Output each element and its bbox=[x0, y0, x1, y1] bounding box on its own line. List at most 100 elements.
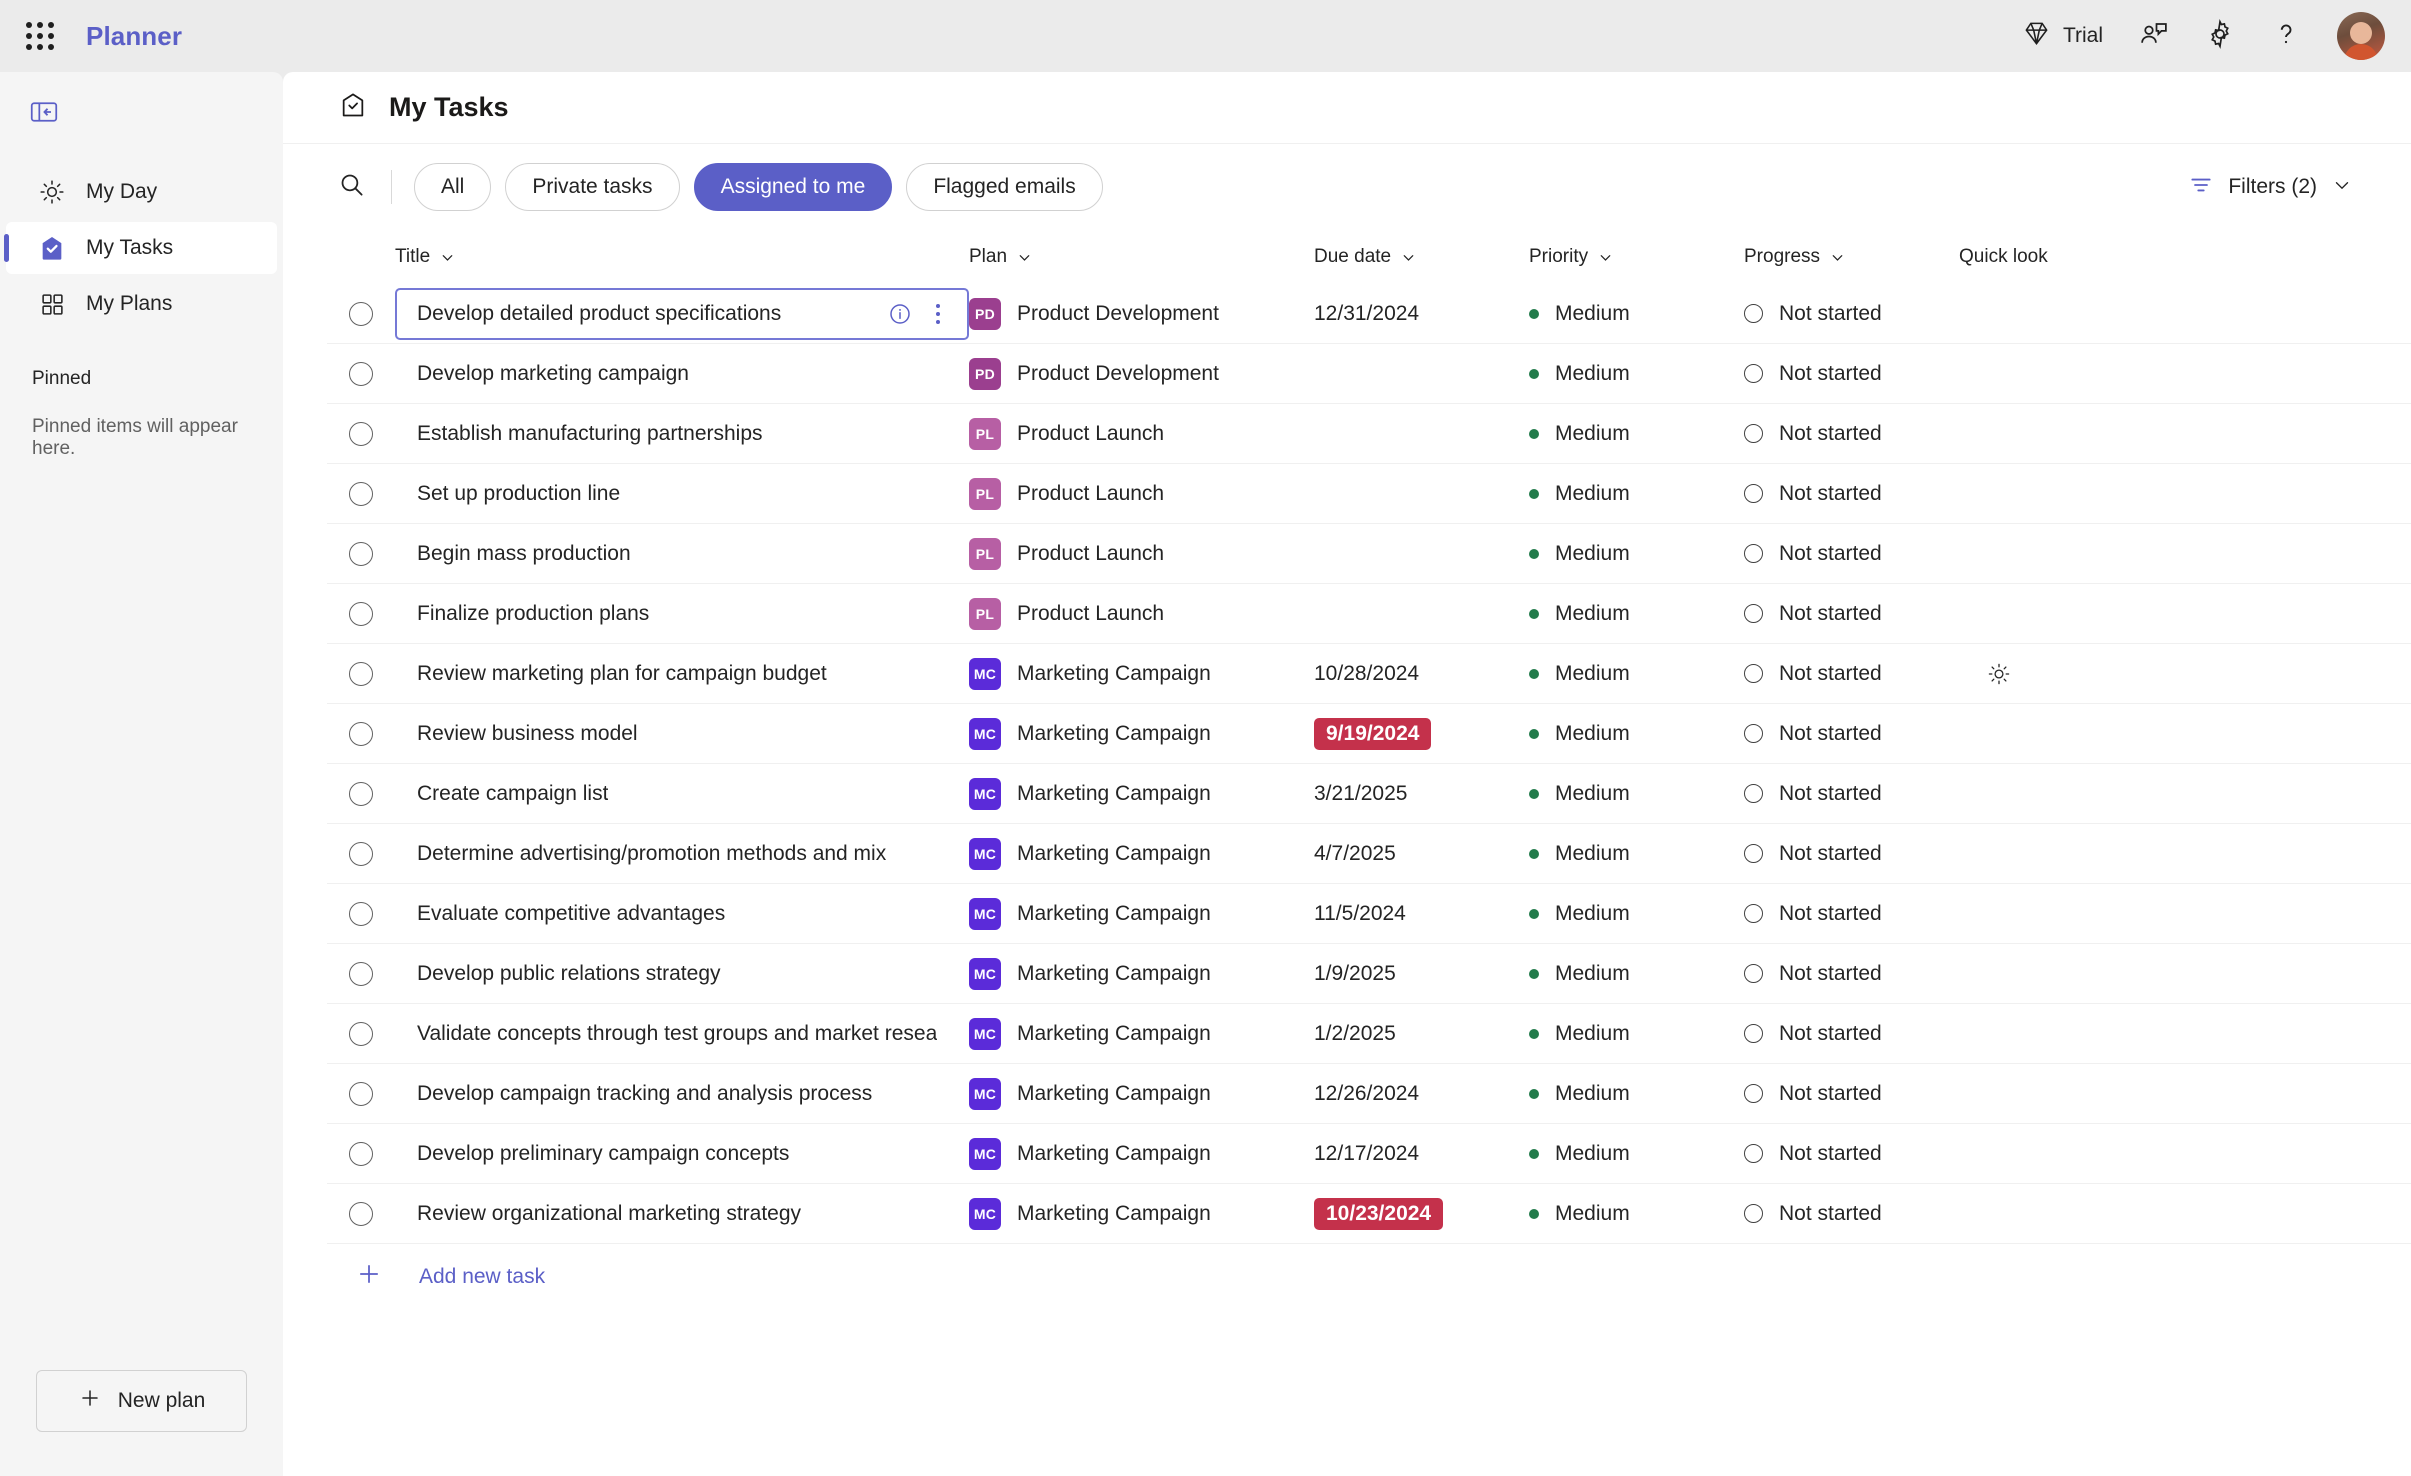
task-priority-cell[interactable]: Medium bbox=[1529, 842, 1744, 866]
task-title-cell[interactable]: Set up production line bbox=[395, 482, 969, 506]
task-plan-cell[interactable]: PL Product Launch bbox=[969, 597, 1314, 630]
task-priority-cell[interactable]: Medium bbox=[1529, 422, 1744, 446]
task-title-cell[interactable]: Determine advertising/promotion methods … bbox=[395, 842, 969, 866]
task-priority-cell[interactable]: Medium bbox=[1529, 722, 1744, 746]
help-button[interactable] bbox=[2253, 10, 2319, 62]
task-progress-cell[interactable]: Not started bbox=[1744, 962, 1959, 986]
task-progress-cell[interactable]: Not started bbox=[1744, 482, 1959, 506]
task-title-cell[interactable]: Establish manufacturing partnerships bbox=[395, 422, 969, 446]
task-priority-cell[interactable]: Medium bbox=[1529, 542, 1744, 566]
task-due-date-cell[interactable]: 12/17/2024 bbox=[1314, 1142, 1529, 1166]
table-row[interactable]: Validate concepts through test groups an… bbox=[327, 1004, 2411, 1064]
column-header-progress[interactable]: Progress bbox=[1744, 246, 1959, 268]
complete-task-checkbox[interactable] bbox=[349, 1201, 373, 1226]
task-plan-cell[interactable]: MC Marketing Campaign bbox=[969, 957, 1314, 990]
task-due-date-cell[interactable]: 1/9/2025 bbox=[1314, 962, 1529, 986]
task-plan-cell[interactable]: PL Product Launch bbox=[969, 477, 1314, 510]
task-progress-cell[interactable]: Not started bbox=[1744, 722, 1959, 746]
task-plan-cell[interactable]: MC Marketing Campaign bbox=[969, 837, 1314, 870]
task-details-info-icon[interactable] bbox=[881, 295, 919, 333]
table-row[interactable]: Set up production line PL Product Launch Me… bbox=[327, 464, 2411, 524]
table-row[interactable]: Review marketing plan for campaign budge… bbox=[327, 644, 2411, 704]
task-due-date-cell[interactable]: 9/19/2024 bbox=[1314, 717, 1529, 750]
task-priority-cell[interactable]: Medium bbox=[1529, 602, 1744, 626]
task-priority-cell[interactable]: Medium bbox=[1529, 1142, 1744, 1166]
task-plan-cell[interactable]: MC Marketing Campaign bbox=[969, 1137, 1314, 1170]
table-row[interactable]: Determine advertising/promotion methods … bbox=[327, 824, 2411, 884]
task-plan-cell[interactable]: PD Product Development bbox=[969, 357, 1314, 390]
panel-collapse-icon[interactable] bbox=[30, 100, 58, 124]
task-due-date-cell[interactable]: 10/23/2024 bbox=[1314, 1197, 1529, 1230]
table-row[interactable]: Create campaign list MC Marketing Campaign… bbox=[327, 764, 2411, 824]
trial-button[interactable]: Trial bbox=[2005, 10, 2121, 62]
pill-all[interactable]: All bbox=[414, 163, 492, 211]
table-row[interactable]: Develop campaign tracking and analysis p… bbox=[327, 1064, 2411, 1124]
task-more-options-icon[interactable] bbox=[919, 295, 957, 333]
task-priority-cell[interactable]: Medium bbox=[1529, 362, 1744, 386]
complete-task-checkbox[interactable] bbox=[349, 1141, 373, 1166]
task-title-cell[interactable]: Develop preliminary campaign concepts bbox=[395, 1142, 969, 1166]
complete-task-checkbox[interactable] bbox=[349, 1081, 373, 1106]
task-progress-cell[interactable]: Not started bbox=[1744, 542, 1959, 566]
task-priority-cell[interactable]: Medium bbox=[1529, 782, 1744, 806]
settings-button[interactable] bbox=[2187, 10, 2253, 62]
task-priority-cell[interactable]: Medium bbox=[1529, 962, 1744, 986]
task-due-date-cell[interactable]: 3/21/2025 bbox=[1314, 782, 1529, 806]
sidebar-item-my-plans[interactable]: My Plans bbox=[6, 278, 277, 330]
complete-task-checkbox[interactable] bbox=[349, 901, 373, 926]
task-plan-cell[interactable]: MC Marketing Campaign bbox=[969, 717, 1314, 750]
pill-assigned-to-me[interactable]: Assigned to me bbox=[693, 163, 893, 211]
task-title-cell[interactable]: Review marketing plan for campaign budge… bbox=[395, 662, 969, 686]
task-progress-cell[interactable]: Not started bbox=[1744, 302, 1959, 326]
column-header-due-date[interactable]: Due date bbox=[1314, 246, 1529, 268]
complete-task-checkbox[interactable] bbox=[349, 961, 373, 986]
task-priority-cell[interactable]: Medium bbox=[1529, 1082, 1744, 1106]
complete-task-checkbox[interactable] bbox=[349, 421, 373, 446]
complete-task-checkbox[interactable] bbox=[349, 781, 373, 806]
task-progress-cell[interactable]: Not started bbox=[1744, 362, 1959, 386]
app-launcher-icon[interactable] bbox=[18, 14, 62, 58]
task-title-cell[interactable]: Review organizational marketing strategy bbox=[395, 1202, 969, 1226]
column-header-plan[interactable]: Plan bbox=[969, 246, 1314, 268]
task-progress-cell[interactable]: Not started bbox=[1744, 1022, 1959, 1046]
task-progress-cell[interactable]: Not started bbox=[1744, 1142, 1959, 1166]
task-title-cell[interactable]: Develop campaign tracking and analysis p… bbox=[395, 1082, 969, 1106]
task-plan-cell[interactable]: PL Product Launch bbox=[969, 417, 1314, 450]
add-to-my-day-sun-icon[interactable] bbox=[1977, 652, 2021, 696]
task-progress-cell[interactable]: Not started bbox=[1744, 662, 1959, 686]
task-progress-cell[interactable]: Not started bbox=[1744, 902, 1959, 926]
task-progress-cell[interactable]: Not started bbox=[1744, 422, 1959, 446]
task-due-date-cell[interactable]: 12/31/2024 bbox=[1314, 302, 1529, 326]
task-due-date-cell[interactable]: 12/26/2024 bbox=[1314, 1082, 1529, 1106]
task-due-date-cell[interactable]: 10/28/2024 bbox=[1314, 662, 1529, 686]
app-title[interactable]: Planner bbox=[86, 21, 182, 52]
task-due-date-cell[interactable]: 11/5/2024 bbox=[1314, 902, 1529, 926]
complete-task-checkbox[interactable] bbox=[349, 541, 373, 566]
table-row[interactable]: Develop preliminary campaign concepts MC M… bbox=[327, 1124, 2411, 1184]
table-row[interactable]: Review business model MC Marketing Campaig… bbox=[327, 704, 2411, 764]
task-priority-cell[interactable]: Medium bbox=[1529, 482, 1744, 506]
task-priority-cell[interactable]: Medium bbox=[1529, 302, 1744, 326]
feedback-button[interactable] bbox=[2121, 10, 2187, 62]
table-row[interactable]: Begin mass production PL Product Launch Med… bbox=[327, 524, 2411, 584]
task-priority-cell[interactable]: Medium bbox=[1529, 1022, 1744, 1046]
task-title-cell[interactable]: Review business model bbox=[395, 722, 969, 746]
task-plan-cell[interactable]: PL Product Launch bbox=[969, 537, 1314, 570]
task-plan-cell[interactable]: MC Marketing Campaign bbox=[969, 657, 1314, 690]
task-due-date-cell[interactable]: 4/7/2025 bbox=[1314, 842, 1529, 866]
task-progress-cell[interactable]: Not started bbox=[1744, 602, 1959, 626]
task-title-cell[interactable]: Develop public relations strategy bbox=[395, 962, 969, 986]
table-row[interactable]: Evaluate competitive advantages MC Marketi… bbox=[327, 884, 2411, 944]
task-plan-cell[interactable]: MC Marketing Campaign bbox=[969, 897, 1314, 930]
table-row[interactable]: Finalize production plans PL Product Launc… bbox=[327, 584, 2411, 644]
complete-task-checkbox[interactable] bbox=[349, 601, 373, 626]
pill-flagged-emails[interactable]: Flagged emails bbox=[906, 163, 1103, 211]
task-title-cell[interactable]: Validate concepts through test groups an… bbox=[395, 1022, 969, 1046]
task-plan-cell[interactable]: MC Marketing Campaign bbox=[969, 1017, 1314, 1050]
complete-task-checkbox[interactable] bbox=[349, 1021, 373, 1046]
task-progress-cell[interactable]: Not started bbox=[1744, 782, 1959, 806]
task-plan-cell[interactable]: PD Product Development bbox=[969, 297, 1314, 330]
complete-task-checkbox[interactable] bbox=[349, 301, 373, 326]
task-title-cell[interactable]: Develop marketing campaign bbox=[395, 362, 969, 386]
complete-task-checkbox[interactable] bbox=[349, 481, 373, 506]
